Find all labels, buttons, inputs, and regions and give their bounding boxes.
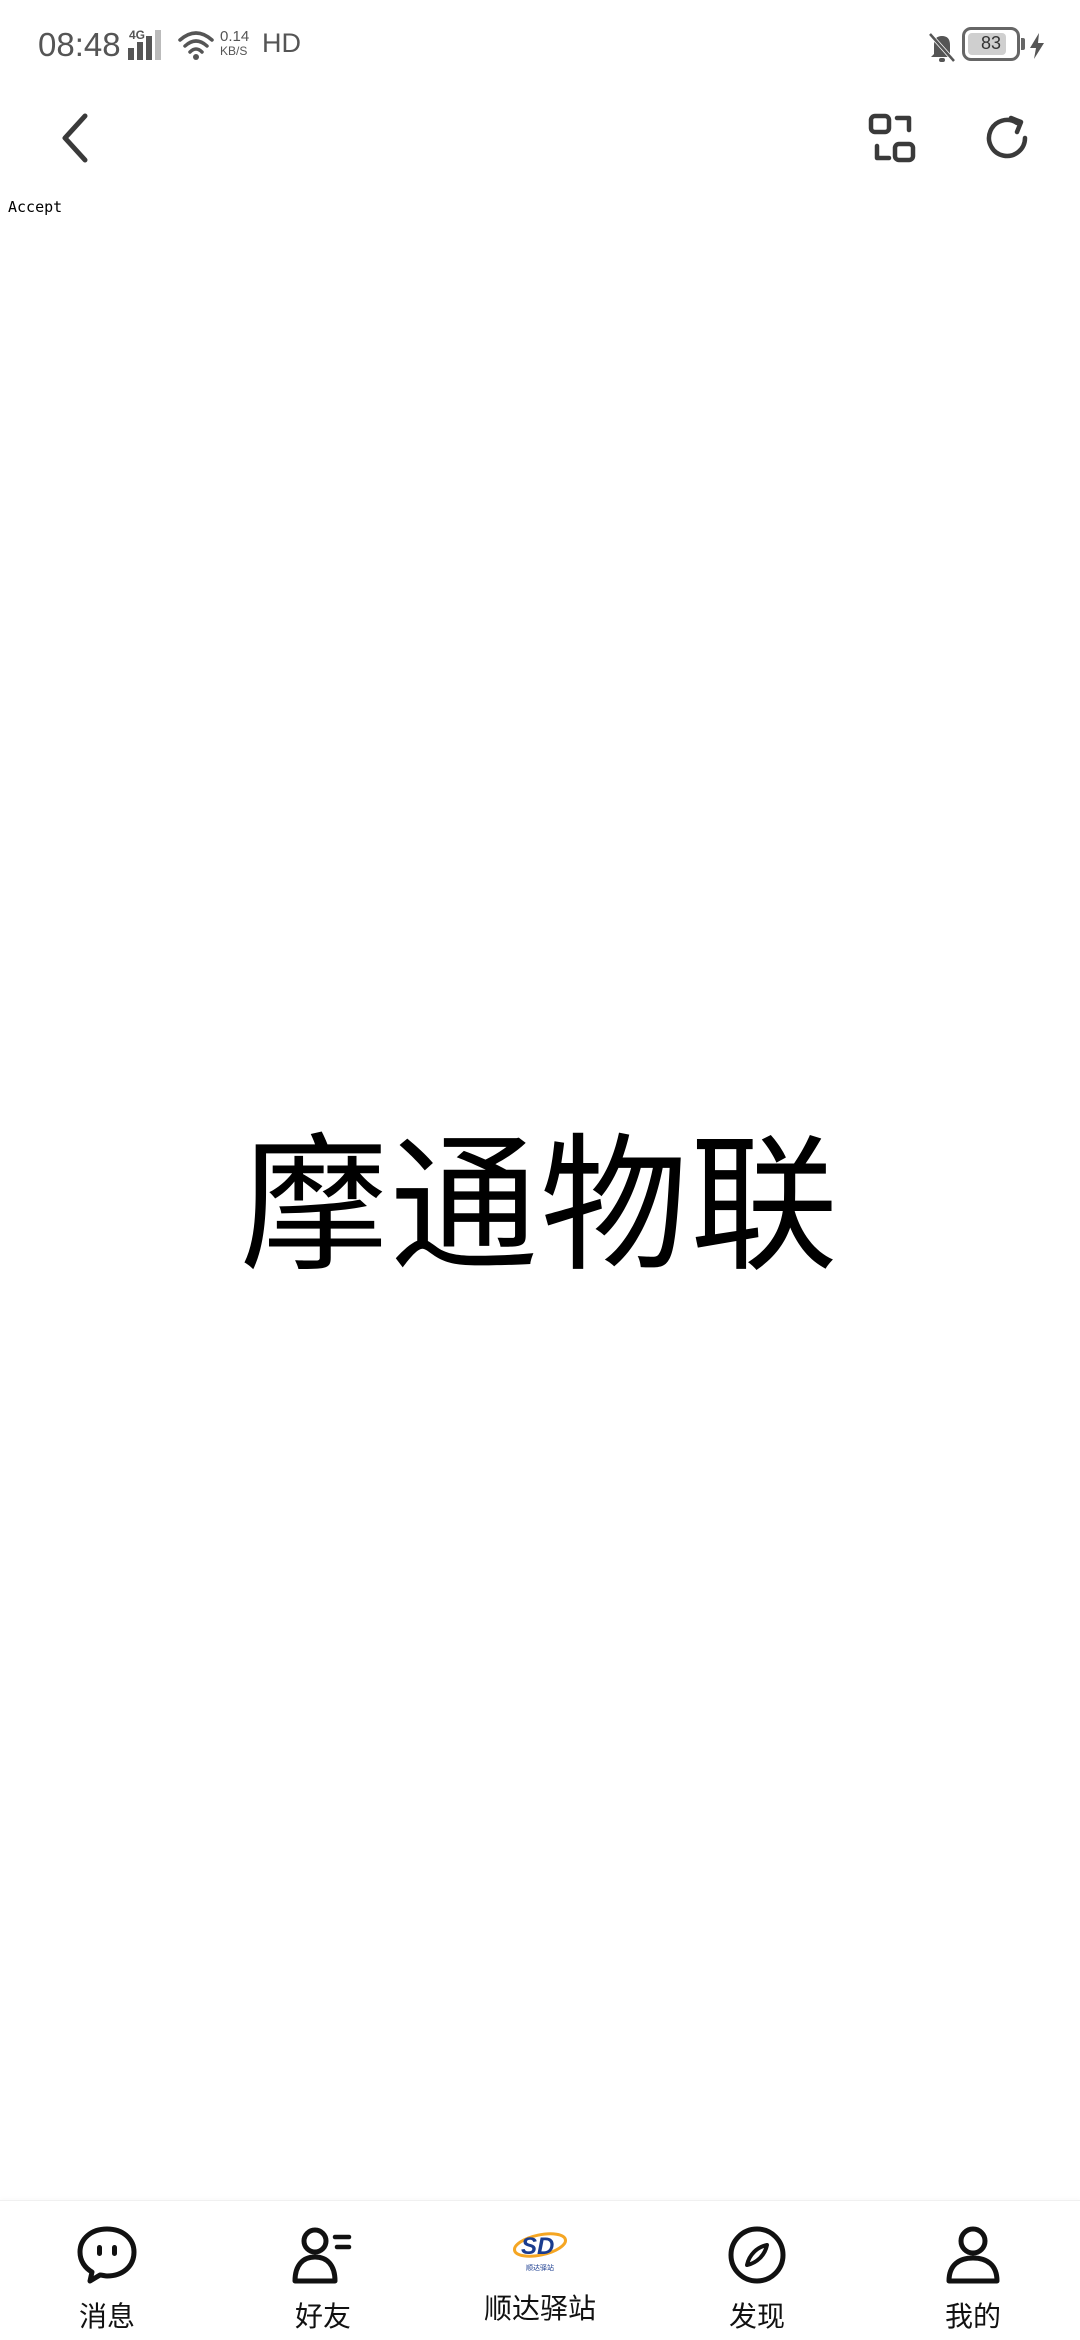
nav-label-profile: 我的 xyxy=(944,2300,1001,2333)
sd-logo-mark: SD xyxy=(512,2232,568,2260)
switch-icon xyxy=(868,113,916,163)
screen: 08:48 4G 0.14 KB/S HD 83 Accept 摩通物联 消息 … xyxy=(0,0,1080,2340)
signal-icon xyxy=(128,30,161,60)
nav-item-discover[interactable]: 发现 xyxy=(682,2201,832,2340)
charging-icon xyxy=(1030,33,1044,59)
status-bar: 08:48 4G 0.14 KB/S HD 83 xyxy=(0,0,1080,90)
switch-button[interactable] xyxy=(858,103,928,173)
nav-label-messages: 消息 xyxy=(78,2300,135,2333)
compass-icon xyxy=(728,2226,786,2284)
refresh-button[interactable] xyxy=(972,103,1042,173)
profile-icon xyxy=(946,2226,1000,2284)
nav-label-discover: 发现 xyxy=(728,2300,785,2333)
bottom-nav: 消息 好友 SD 顺达驿站 顺达驿站 发现 我的 xyxy=(0,2200,1080,2340)
status-time: 08:48 xyxy=(38,26,121,63)
wifi-icon xyxy=(178,31,214,60)
battery-cap xyxy=(1021,38,1025,50)
sd-logo-icon: SD 顺达驿站 xyxy=(512,2225,568,2277)
speed-unit: KB/S xyxy=(220,44,248,58)
hd-indicator: HD xyxy=(262,28,301,58)
accept-text: Accept xyxy=(8,198,63,216)
nav-item-messages[interactable]: 消息 xyxy=(32,2201,182,2340)
nav-label-friends: 好友 xyxy=(294,2300,351,2333)
page-title: 摩通物联 xyxy=(240,1120,840,1292)
svg-text:SD: SD xyxy=(521,2233,554,2260)
bell-muted-icon xyxy=(928,32,956,63)
network-speed: 0.14 KB/S xyxy=(220,28,250,58)
refresh-icon xyxy=(986,115,1028,159)
speed-value: 0.14 xyxy=(220,28,250,45)
nav-item-friends[interactable]: 好友 xyxy=(248,2201,398,2340)
nav-item-profile[interactable]: 我的 xyxy=(898,2201,1048,2340)
nav-item-station[interactable]: SD 顺达驿站 顺达驿站 xyxy=(465,2201,615,2340)
friends-icon xyxy=(292,2227,352,2284)
chevron-left-icon xyxy=(62,113,88,163)
message-icon xyxy=(77,2226,137,2284)
back-button[interactable] xyxy=(40,103,110,173)
battery-percent: 83 xyxy=(980,33,1002,53)
battery-icon: 83 xyxy=(962,27,1020,61)
nav-label-station: 顺达驿站 xyxy=(483,2292,596,2325)
sd-logo-caption: 顺达驿站 xyxy=(526,2264,554,2272)
title-bar xyxy=(0,90,1080,200)
